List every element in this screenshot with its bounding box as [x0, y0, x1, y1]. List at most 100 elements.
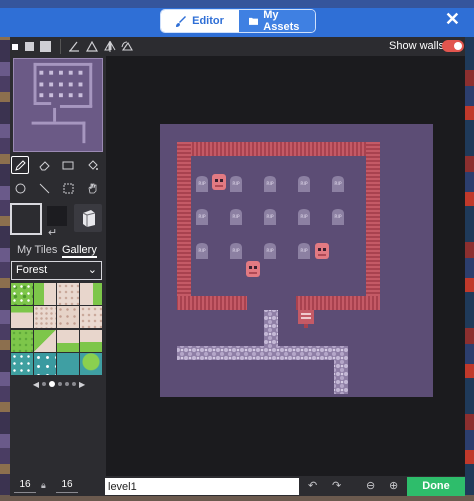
gravestone: RIP	[264, 243, 276, 259]
fence-top	[177, 142, 380, 156]
gravestone: RIP	[298, 209, 310, 225]
tile-path[interactable]	[57, 283, 79, 305]
circle-icon	[15, 183, 25, 193]
gravestone-text: RIP	[266, 181, 273, 187]
tile-path-center-3[interactable]	[80, 306, 102, 329]
tile-source-tabs: My Tiles Gallery	[10, 242, 106, 258]
palette-pager: ◀ ▶	[24, 378, 94, 390]
triangle-icon[interactable]	[86, 41, 98, 52]
tile-path-center-2[interactable]	[57, 306, 79, 329]
map-area[interactable]: RIP RIP RIP RIP RIP RIP RIP RIP RIP RIP RIP RIP RIP R…	[160, 124, 433, 397]
tile-palette	[11, 283, 102, 375]
fill-tool[interactable]	[83, 156, 101, 174]
gravestone-text: RIP	[198, 214, 205, 220]
gravestone-text: RIP	[266, 214, 273, 220]
medium-square-icon[interactable]	[25, 41, 34, 52]
map-tiles: RIP RIP RIP RIP RIP RIP RIP RIP RIP RIP RIP RIP RIP R…	[177, 142, 380, 394]
tile-path-center[interactable]	[34, 306, 56, 329]
tilemap-editor: Editor My Assets ✕ Show walls ↵ My Tiles…	[0, 0, 474, 501]
gravestone-text: RIP	[232, 248, 239, 254]
line-tool[interactable]	[35, 179, 53, 197]
tile-grass[interactable]	[11, 329, 33, 352]
marquee-tool[interactable]	[59, 179, 77, 197]
pager-dot[interactable]	[42, 382, 46, 386]
close-icon[interactable]: ✕	[445, 10, 460, 28]
tile-grass-flowers[interactable]	[11, 283, 33, 305]
large-square-icon[interactable]	[40, 41, 51, 52]
tile-water-flowers-2[interactable]	[34, 352, 56, 375]
gravestone-text: RIP	[198, 248, 205, 254]
zoom-out-icon[interactable]: ⊖	[366, 479, 375, 492]
gravestone-text: RIP	[334, 181, 341, 187]
fence-right	[366, 142, 380, 310]
fence-bottom-left	[177, 296, 247, 310]
marquee-icon	[63, 183, 73, 193]
gravestone: RIP	[196, 243, 208, 259]
map-canvas[interactable]: RIP RIP RIP RIP RIP RIP RIP RIP RIP RIP RIP RIP RIP R…	[106, 56, 465, 476]
view-toolbar: Show walls	[10, 37, 465, 56]
gravestone-text: RIP	[300, 214, 307, 220]
pager-dot[interactable]	[72, 382, 76, 386]
done-button[interactable]: Done	[407, 477, 465, 496]
paint-bucket-icon	[87, 159, 98, 170]
bottom-bar: 16 🔒︎ 16 ↶ ↷ ⊖ ⊕ Done	[10, 476, 465, 496]
pager-dot-active[interactable]	[49, 381, 55, 387]
tileset-select[interactable]: Forest ⌄	[11, 261, 102, 280]
level-name-input[interactable]	[105, 478, 299, 495]
tile-grass-path-edge[interactable]	[34, 283, 56, 305]
gravestone-text: RIP	[300, 181, 307, 187]
primary-tile-swatch[interactable]	[10, 203, 42, 235]
map-height-field[interactable]: 16	[56, 479, 78, 493]
tab-my-assets[interactable]: My Assets	[239, 10, 315, 32]
line-icon	[39, 183, 49, 193]
undo-icon[interactable]: ↶	[308, 479, 317, 492]
tile-bush[interactable]	[80, 352, 102, 375]
pencil-icon	[14, 159, 26, 171]
tab-my-tiles[interactable]: My Tiles	[17, 242, 57, 258]
wall-eraser-button[interactable]	[74, 204, 102, 232]
chevron-down-icon: ⌄	[87, 264, 97, 276]
gravestone-text: RIP	[232, 181, 239, 187]
gravestone: RIP	[196, 176, 208, 192]
header-backdrop-strip	[0, 0, 474, 8]
rectangle-tool[interactable]	[59, 156, 77, 174]
tile-water-flowers[interactable]	[11, 352, 33, 375]
pager-next-icon[interactable]: ▶	[79, 380, 85, 389]
tile-path-bottom[interactable]	[57, 329, 79, 352]
pager-dot[interactable]	[65, 382, 69, 386]
show-walls-toggle[interactable]	[442, 40, 464, 52]
rotate-icon[interactable]	[121, 41, 134, 52]
tab-editor[interactable]: Editor	[161, 10, 239, 32]
pencil-tool[interactable]	[11, 156, 29, 174]
editor-header: Editor My Assets ✕	[0, 0, 474, 37]
tab-gallery[interactable]: Gallery	[62, 242, 97, 258]
ruler-icon[interactable]	[68, 41, 80, 52]
secondary-tile-swatch[interactable]	[47, 206, 67, 226]
swap-icon[interactable]: ↵	[48, 226, 57, 239]
redo-icon[interactable]: ↷	[332, 479, 341, 492]
character-red-2	[246, 261, 260, 277]
flip-icon[interactable]	[104, 41, 116, 52]
pager-dot[interactable]	[58, 382, 62, 386]
zoom-in-icon[interactable]: ⊕	[389, 479, 398, 492]
paintbrush-icon	[176, 15, 187, 27]
tile-water[interactable]	[57, 352, 79, 375]
minimap[interactable]	[13, 58, 103, 152]
map-width-field[interactable]: 16	[14, 479, 36, 493]
lock-icon[interactable]: 🔒︎	[41, 480, 46, 491]
small-square-icon[interactable]	[12, 41, 19, 52]
gravestone: RIP	[332, 176, 344, 192]
tile-path-bottom-2[interactable]	[80, 329, 102, 352]
folder-icon	[249, 17, 259, 25]
tile-path-top-edge[interactable]	[11, 306, 33, 329]
pan-tool[interactable]	[83, 179, 101, 197]
eraser-tool[interactable]	[35, 156, 53, 174]
tile-grass-corner[interactable]	[34, 329, 56, 352]
path-down	[334, 346, 348, 394]
pager-prev-icon[interactable]: ◀	[33, 380, 39, 389]
tile-path-grass-edge[interactable]	[80, 283, 102, 305]
backdrop-left	[0, 0, 10, 501]
gravestone-text: RIP	[198, 181, 205, 187]
gravestone: RIP	[332, 209, 344, 225]
circle-tool[interactable]	[11, 179, 29, 197]
